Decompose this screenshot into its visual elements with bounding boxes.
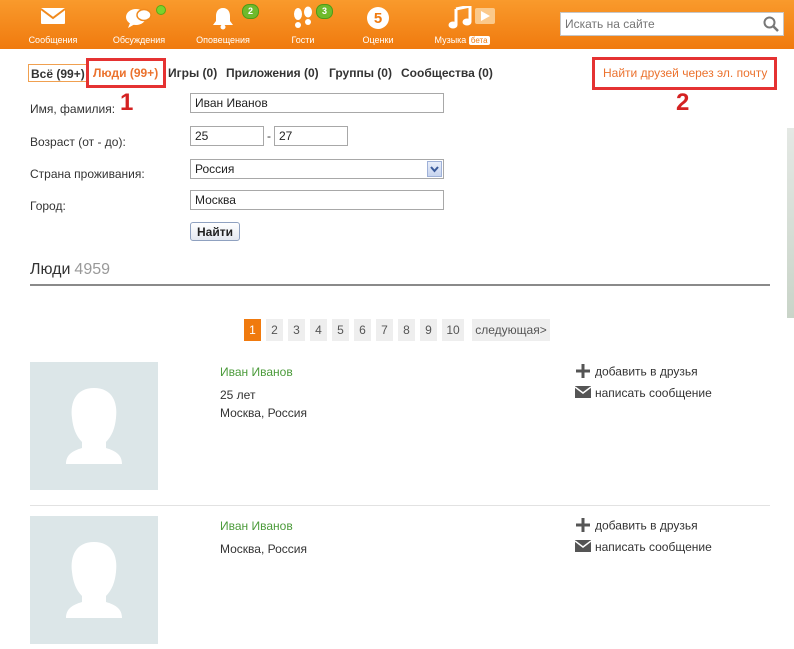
new-discussions-dot <box>156 5 166 15</box>
plus-icon <box>575 363 591 382</box>
country-label: Страна проживания: <box>30 167 145 181</box>
highlight-people-tab <box>86 58 166 88</box>
nav-ratings-label: Оценки <box>362 35 394 45</box>
country-select-value: Россия <box>195 162 235 176</box>
city-label: Город: <box>30 199 66 213</box>
person-name-link[interactable]: Иван Иванов <box>220 365 293 379</box>
nav-music[interactable]: Музыка бета <box>426 4 498 48</box>
music-note-icon <box>448 4 496 35</box>
age-range-dash: - <box>267 129 271 143</box>
user-silhouette-icon <box>66 388 122 464</box>
age-to-input[interactable] <box>274 126 348 146</box>
envelope-icon <box>40 6 66 31</box>
user-silhouette-icon <box>66 542 122 618</box>
page-2[interactable]: 2 <box>266 319 283 341</box>
send-message-button[interactable]: написать сообщение <box>574 386 712 401</box>
results-title-text: Люди <box>30 261 71 278</box>
add-friend-label: добавить в друзья <box>595 364 698 379</box>
page-4[interactable]: 4 <box>310 319 327 341</box>
results-title: Люди 4959 <box>30 261 110 279</box>
rating-five-glyph: 5 <box>374 10 382 27</box>
nav-notifications[interactable]: 2 Оповещения <box>190 4 260 48</box>
tab-games[interactable]: Игры (0) <box>168 64 217 82</box>
page-7[interactable]: 7 <box>376 319 393 341</box>
envelope-icon <box>574 540 592 555</box>
result-separator <box>30 505 770 506</box>
page-1[interactable]: 1 <box>244 319 261 341</box>
avatar[interactable] <box>30 362 158 490</box>
person-location: Москва, Россия <box>220 542 307 556</box>
callout-number-1: 1 <box>120 89 134 116</box>
person-age: 25 лет <box>220 388 256 402</box>
cropped-right-sidebar <box>787 60 794 598</box>
nav-guests[interactable]: 3 Гости <box>278 4 334 48</box>
top-navigation-bar: Сообщения Обсуждения 2 Оповещения 3 Гост… <box>0 0 794 49</box>
person-name-link[interactable]: Иван Иванов <box>220 519 293 533</box>
nav-messages-label: Сообщения <box>28 35 78 45</box>
add-friend-button[interactable]: добавить в друзья <box>575 363 698 382</box>
page-5[interactable]: 5 <box>332 319 349 341</box>
send-message-label: написать сообщение <box>595 386 712 400</box>
nav-notifications-label: Оповещения <box>196 35 250 45</box>
nav-music-label: Музыка бета <box>426 35 498 45</box>
tab-apps[interactable]: Приложения (0) <box>226 64 319 82</box>
results-divider <box>30 284 770 286</box>
rating-five-icon: 5 <box>366 6 390 35</box>
chat-bubbles-icon <box>124 6 154 35</box>
footprints-icon <box>290 6 316 35</box>
name-label: Имя, фамилия: <box>30 102 116 116</box>
person-location: Москва, Россия <box>220 406 307 420</box>
search-submit-button[interactable]: Найти <box>190 222 240 241</box>
nav-discussions[interactable]: Обсуждения <box>108 4 170 48</box>
tab-all[interactable]: Всё (99+) <box>28 64 88 82</box>
add-friend-label: добавить в друзья <box>595 518 698 533</box>
search-icon[interactable] <box>763 16 779 37</box>
tab-communities[interactable]: Сообщества (0) <box>401 64 493 82</box>
nav-guests-label: Гости <box>291 35 315 45</box>
next-page-button[interactable]: следующая> <box>472 319 550 341</box>
guests-count-badge: 3 <box>316 4 334 19</box>
site-search <box>560 12 784 36</box>
page-9[interactable]: 9 <box>420 319 437 341</box>
age-from-input[interactable] <box>190 126 264 146</box>
country-select[interactable]: Россия <box>190 159 444 179</box>
send-message-label: написать сообщение <box>595 540 712 554</box>
nav-discussions-label: Обсуждения <box>112 35 166 45</box>
chevron-down-icon[interactable] <box>427 161 442 177</box>
city-input[interactable] <box>190 190 444 210</box>
search-input[interactable] <box>565 15 761 33</box>
highlight-email-link <box>592 57 777 90</box>
send-message-button[interactable]: написать сообщение <box>574 540 712 555</box>
plus-icon <box>575 517 591 536</box>
nav-messages[interactable]: Сообщения <box>24 4 82 48</box>
bell-icon <box>212 6 234 35</box>
add-friend-button[interactable]: добавить в друзья <box>575 517 698 536</box>
beta-tag: бета <box>468 36 490 45</box>
results-count: 4959 <box>74 261 111 278</box>
name-input[interactable] <box>190 93 444 113</box>
page-6[interactable]: 6 <box>354 319 371 341</box>
page-10[interactable]: 10 <box>442 319 464 341</box>
tab-groups[interactable]: Группы (0) <box>329 64 392 82</box>
page-3[interactable]: 3 <box>288 319 305 341</box>
avatar[interactable] <box>30 516 158 644</box>
age-label: Возраст (от - до): <box>30 135 126 149</box>
nav-music-text: Музыка <box>434 35 467 45</box>
sidebar-image-fragment <box>787 128 794 318</box>
notifications-count-badge: 2 <box>242 4 260 19</box>
envelope-icon <box>574 386 592 401</box>
page-8[interactable]: 8 <box>398 319 415 341</box>
callout-number-2: 2 <box>676 89 690 116</box>
nav-ratings[interactable]: 5 Оценки <box>352 4 404 48</box>
